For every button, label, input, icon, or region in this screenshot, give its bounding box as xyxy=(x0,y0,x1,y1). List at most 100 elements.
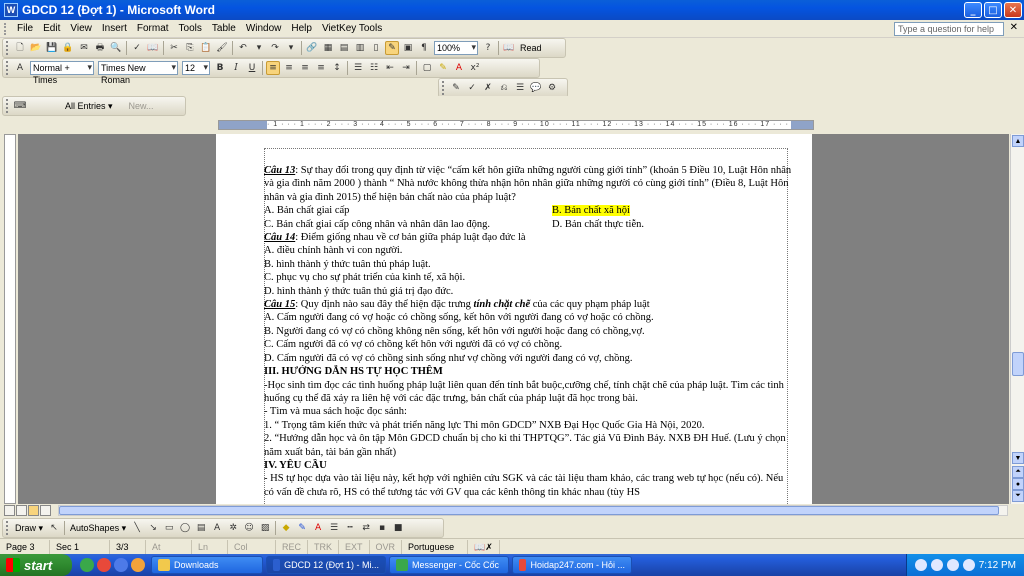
new-document-icon[interactable]: 🗋 xyxy=(13,41,27,55)
toolbar-grip[interactable] xyxy=(6,41,9,55)
autotext-icon[interactable]: ⌨ xyxy=(13,99,27,113)
tray-icon[interactable] xyxy=(914,559,927,571)
toolbar-grip[interactable] xyxy=(6,521,9,535)
arrow-icon[interactable]: ↘ xyxy=(146,521,160,535)
redo-icon[interactable]: ↷ xyxy=(268,41,282,55)
arrow-style-icon[interactable]: ⇄ xyxy=(359,521,373,535)
insert-excel-icon[interactable]: ▥ xyxy=(353,41,367,55)
autoshapes-menu-button[interactable]: AutoShapes ▾ xyxy=(67,523,129,534)
show-hide-icon[interactable]: ¶ xyxy=(417,41,431,55)
menu-table[interactable]: Table xyxy=(207,23,241,34)
clipart-icon[interactable]: ☺ xyxy=(242,521,256,535)
document-page[interactable]: Câu 13: Sự thay đổi trong quy định từ vi… xyxy=(216,134,812,504)
permission-icon[interactable]: 🔒 xyxy=(61,41,75,55)
menu-format[interactable]: Format xyxy=(132,23,174,34)
numbering-icon[interactable]: ☰ xyxy=(351,61,365,75)
border-icon[interactable]: ▢ xyxy=(420,61,434,75)
read-button[interactable]: Read xyxy=(517,43,545,53)
print-icon[interactable]: 🖶 xyxy=(93,41,107,55)
menu-edit[interactable]: Edit xyxy=(38,23,65,34)
increase-indent-icon[interactable]: ⇥ xyxy=(399,61,413,75)
paste-icon[interactable]: 📋 xyxy=(199,41,213,55)
3d-style-icon[interactable]: ■ xyxy=(391,521,405,535)
toolbar-grip[interactable] xyxy=(442,81,445,95)
spelling-icon[interactable]: ✓ xyxy=(130,41,144,55)
compare-icon[interactable]: ⎌ xyxy=(497,81,511,95)
status-ext[interactable]: EXT xyxy=(339,539,370,554)
open-folder-icon[interactable]: 📂 xyxy=(29,41,43,55)
bold-button[interactable]: B xyxy=(213,61,227,75)
menu-file[interactable]: File xyxy=(12,23,38,34)
superscript-icon[interactable]: x² xyxy=(468,61,482,75)
toolbar-grip[interactable] xyxy=(6,99,9,113)
hyperlink-icon[interactable]: 🔗 xyxy=(305,41,319,55)
italic-button[interactable]: I xyxy=(229,61,243,75)
align-right-icon[interactable]: ≡ xyxy=(298,61,312,75)
volume-icon[interactable] xyxy=(946,559,959,571)
coccoc-icon[interactable] xyxy=(80,558,94,572)
previous-page-icon[interactable]: ⏶ xyxy=(1012,466,1024,478)
research-icon[interactable]: 📖 xyxy=(146,41,160,55)
draw-menu-button[interactable]: Draw ▾ xyxy=(12,523,46,534)
maximize-button[interactable]: □ xyxy=(984,2,1002,18)
font-color-icon[interactable]: A xyxy=(452,61,466,75)
font-color-icon[interactable]: A xyxy=(311,521,325,535)
redo-dropdown-icon[interactable]: ▾ xyxy=(284,41,298,55)
web-layout-view-icon[interactable] xyxy=(16,505,27,516)
style-select[interactable]: Normal + Times xyxy=(30,61,94,85)
rectangle-icon[interactable]: ▭ xyxy=(162,521,176,535)
all-entries-button[interactable]: All Entries ▾ xyxy=(62,101,116,112)
network-icon[interactable] xyxy=(930,559,943,571)
spelling-status-icon[interactable]: 📖✗ xyxy=(468,539,500,554)
status-rec[interactable]: REC xyxy=(276,539,309,554)
underline-button[interactable]: U xyxy=(245,61,259,75)
toolbar-grip[interactable] xyxy=(6,61,9,75)
document-map-icon[interactable]: ▣ xyxy=(401,41,415,55)
status-ovr[interactable]: OVR xyxy=(370,539,403,554)
status-language[interactable]: Portuguese xyxy=(402,539,469,554)
menu-window[interactable]: Window xyxy=(241,23,287,34)
picture-icon[interactable]: ▨ xyxy=(258,521,272,535)
vertical-scroll-thumb[interactable] xyxy=(1012,352,1024,376)
comment-icon[interactable]: 💬 xyxy=(529,81,543,95)
highlight-icon[interactable]: ✎ xyxy=(436,61,450,75)
vertical-scrollbar[interactable]: ▲ ▼ ⏶ ● ⏷ xyxy=(1010,134,1024,504)
close-button[interactable]: ✕ xyxy=(1004,2,1022,18)
horizontal-scroll-thumb[interactable] xyxy=(59,506,999,515)
help-icon[interactable]: ? xyxy=(481,41,495,55)
diagram-icon[interactable]: ✲ xyxy=(226,521,240,535)
email-icon[interactable]: ✉ xyxy=(77,41,91,55)
new-entry-button[interactable]: New... xyxy=(126,101,157,111)
task-word[interactable]: GDCD 12 (Đợt 1) - Mi... xyxy=(266,556,386,574)
task-messenger[interactable]: Messenger - Cốc Cốc xyxy=(389,556,509,574)
clock[interactable]: 7:12 PM xyxy=(979,560,1016,571)
scroll-down-icon[interactable]: ▼ xyxy=(1012,452,1024,464)
menu-tools[interactable]: Tools xyxy=(174,23,207,34)
task-hoidap247[interactable]: Hoidap247.com - Hỏi ... xyxy=(512,556,632,574)
menu-grip[interactable] xyxy=(4,22,8,35)
help-question-input[interactable]: Type a question for help xyxy=(894,21,1004,36)
close-document-icon[interactable]: ✕ xyxy=(1010,22,1018,33)
minimize-button[interactable]: _ xyxy=(964,2,982,18)
horizontal-scrollbar[interactable] xyxy=(58,505,1008,516)
print-preview-icon[interactable]: 🔍 xyxy=(109,41,123,55)
styles-formatting-icon[interactable]: A xyxy=(13,61,27,75)
fill-color-icon[interactable]: ◆ xyxy=(279,521,293,535)
line-color-icon[interactable]: ✎ xyxy=(295,521,309,535)
menu-vietkey-tools[interactable]: VietKey Tools xyxy=(317,23,387,34)
scroll-up-icon[interactable]: ▲ xyxy=(1012,135,1024,147)
line-icon[interactable]: ╲ xyxy=(130,521,144,535)
decrease-indent-icon[interactable]: ⇤ xyxy=(383,61,397,75)
line-spacing-icon[interactable]: ↕ xyxy=(330,61,344,75)
columns-icon[interactable]: ▯ xyxy=(369,41,383,55)
horizontal-ruler[interactable]: · 1 · · · 1 · · · 2 · · · 3 · · · 4 · · … xyxy=(218,120,814,130)
format-painter-icon[interactable]: 🖌 xyxy=(215,41,229,55)
menu-view[interactable]: View xyxy=(65,23,97,34)
normal-view-icon[interactable] xyxy=(4,505,15,516)
font-select[interactable]: Times New Roman xyxy=(98,61,178,85)
cut-icon[interactable]: ✂ xyxy=(167,41,181,55)
media-icon[interactable] xyxy=(131,558,145,572)
menu-insert[interactable]: Insert xyxy=(97,23,132,34)
dash-style-icon[interactable]: ┅ xyxy=(343,521,357,535)
vietkey-icon[interactable] xyxy=(962,559,975,571)
